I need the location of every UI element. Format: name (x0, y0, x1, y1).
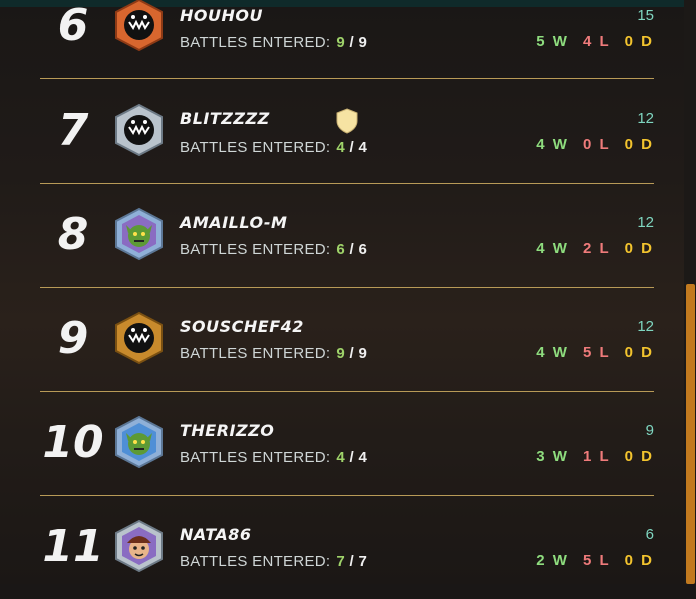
battles-label: BATTLES ENTERED: (180, 34, 331, 51)
losses: 5 L (582, 344, 611, 361)
battles-entered: BATTLES ENTERED: 4 / 4 (180, 139, 368, 156)
losses: 1 L (582, 448, 611, 465)
wins: 4 W (536, 344, 569, 361)
battles-label: BATTLES ENTERED: (180, 345, 331, 362)
win-loss-draw: 5 W 4 L 0 D (536, 33, 654, 50)
wins: 4 W (536, 240, 569, 257)
leaderboard-list: 6 HOUHOU BATTLES ENTERED: 9 / 9 15 5 W4 L… (0, 0, 684, 584)
battles-entered-value: 9 (336, 345, 346, 362)
green-goblin-avatar-icon (115, 207, 163, 261)
battles-entered-value: 4 (336, 449, 346, 466)
battles-total-value: 9 (358, 34, 368, 51)
win-loss-draw: 4 W 2 L 0 D (536, 240, 654, 257)
battles-total-value: 6 (358, 241, 368, 258)
battles-label: BATTLES ENTERED: (180, 449, 331, 466)
leaderboard-row[interactable]: 10 THERIZZO BATTLES ENTERED: 4 / 4 9 3 W1… (40, 391, 654, 496)
wins: 3 W (536, 448, 569, 465)
draws: 0 D (624, 33, 654, 50)
win-loss-draw: 3 W 1 L 0 D (536, 448, 654, 465)
battles-entered: BATTLES ENTERED: 9 / 9 (180, 34, 368, 51)
wins: 2 W (536, 552, 569, 569)
battles-total-value: 7 (358, 553, 368, 570)
pirate-avatar-icon (115, 519, 163, 573)
battles-label: BATTLES ENTERED: (180, 139, 331, 156)
score-value: 12 (637, 318, 654, 335)
rank-number: 6 (57, 0, 89, 51)
score-value: 12 (637, 110, 654, 127)
player-name[interactable]: NATA86 (180, 525, 252, 544)
gold-monster-avatar-icon (115, 311, 163, 365)
battles-entered: BATTLES ENTERED: 6 / 6 (180, 241, 368, 258)
scrollbar[interactable] (684, 0, 696, 584)
scrollbar-thumb[interactable] (686, 284, 695, 584)
battles-total-value: 9 (358, 345, 368, 362)
battles-entered-value: 4 (336, 139, 346, 156)
rank-number: 11 (42, 521, 104, 572)
shield-icon (336, 108, 358, 134)
draws: 0 D (624, 552, 654, 569)
silver-monster-avatar-icon (115, 103, 163, 157)
player-name[interactable]: AMAILLO-M (180, 213, 287, 232)
battles-label: BATTLES ENTERED: (180, 553, 331, 570)
battles-entered: BATTLES ENTERED: 4 / 4 (180, 449, 368, 466)
battles-entered: BATTLES ENTERED: 7 / 7 (180, 553, 368, 570)
battles-entered: BATTLES ENTERED: 9 / 9 (180, 345, 368, 362)
battles-label: BATTLES ENTERED: (180, 241, 331, 258)
rank-number: 8 (57, 209, 89, 260)
battles-entered-value: 9 (336, 34, 346, 51)
player-name[interactable]: THERIZZO (180, 421, 274, 440)
draws: 0 D (624, 240, 654, 257)
losses: 2 L (582, 240, 611, 257)
wins: 5 W (536, 33, 569, 50)
battles-total-value: 4 (358, 139, 368, 156)
orange-monster-avatar-icon (115, 0, 163, 52)
battles-entered-value: 7 (336, 553, 346, 570)
score-value: 6 (645, 526, 654, 543)
wins: 4 W (536, 136, 569, 153)
score-value: 9 (645, 422, 654, 439)
draws: 0 D (624, 448, 654, 465)
leaderboard-row[interactable]: 11 NATA86 BATTLES ENTERED: 7 / 7 6 2 W5 L… (40, 495, 654, 599)
draws: 0 D (624, 136, 654, 153)
win-loss-draw: 2 W 5 L 0 D (536, 552, 654, 569)
losses: 4 L (582, 33, 611, 50)
losses: 5 L (582, 552, 611, 569)
losses: 0 L (582, 136, 611, 153)
green-goblin-avatar-icon (115, 415, 163, 469)
player-name[interactable]: HOUHOU (180, 6, 263, 25)
leaderboard-row[interactable]: 6 HOUHOU BATTLES ENTERED: 9 / 9 15 5 W4 L… (40, 0, 654, 79)
player-name[interactable]: BLITZZZZ (180, 109, 270, 128)
leaderboard-row[interactable]: 7 BLITZZZZ BATTLES ENTERED: 4 / 4 12 4 W0… (40, 79, 654, 184)
draws: 0 D (624, 344, 654, 361)
win-loss-draw: 4 W 5 L 0 D (536, 344, 654, 361)
rank-number: 9 (57, 313, 89, 364)
score-value: 12 (637, 214, 654, 231)
leaderboard-row[interactable]: 8 AMAILLO-M BATTLES ENTERED: 6 / 6 12 4 W… (40, 183, 654, 288)
rank-number: 7 (57, 105, 89, 156)
battles-total-value: 4 (358, 449, 368, 466)
leaderboard-row[interactable]: 9 SOUSCHEF42 BATTLES ENTERED: 9 / 9 12 4 … (40, 287, 654, 392)
win-loss-draw: 4 W 0 L 0 D (536, 136, 654, 153)
rank-number: 10 (42, 417, 104, 468)
battles-entered-value: 6 (336, 241, 346, 258)
player-name[interactable]: SOUSCHEF42 (180, 317, 304, 336)
score-value: 15 (637, 7, 654, 24)
